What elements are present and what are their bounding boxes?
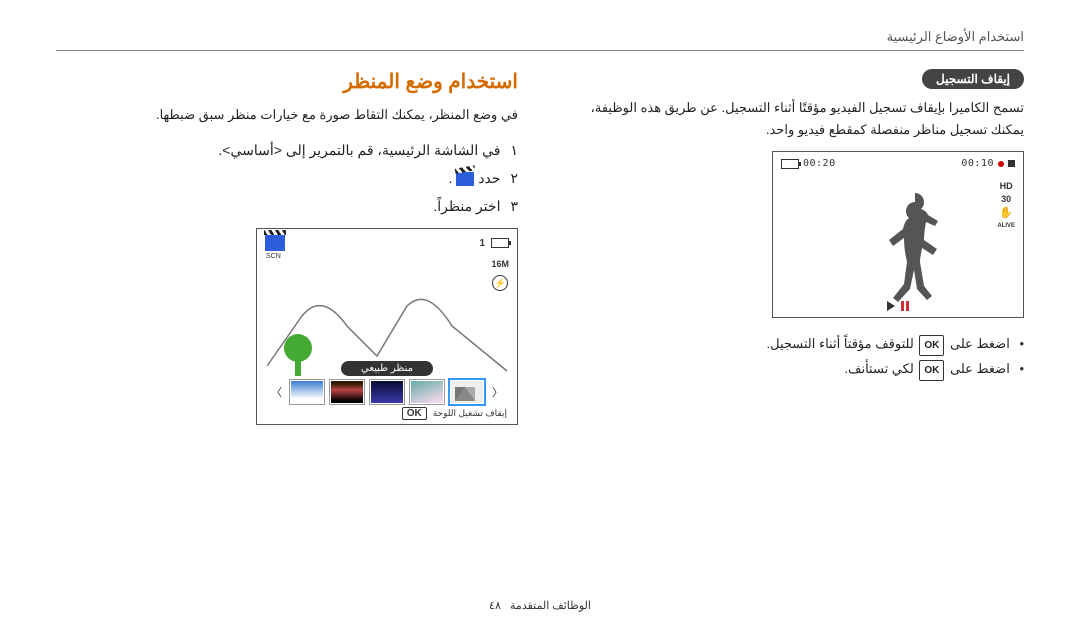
alive-icon: ALIVE [997, 223, 1015, 229]
resolution-icon: 16M [491, 259, 509, 269]
clapperboard-icon [265, 235, 285, 251]
pause-bullets: اضغط على OK للتوقف مؤقتاً أثناء التسجيل.… [562, 332, 1024, 381]
pause-recording-column: إيقاف التسجيل تسمح الكاميرا بإيقاف تسجيل… [562, 69, 1024, 425]
video-side-icons: HD 30 ✋ ALIVE [997, 182, 1015, 229]
breadcrumb: استخدام الأوضاع الرئيسية [887, 29, 1024, 44]
hd-icon: HD [1000, 182, 1013, 191]
play-icon [887, 301, 895, 311]
fps-icon: 30 [1001, 195, 1011, 204]
scene-preview: 1 SCN 16M [256, 228, 518, 425]
video-preview-topbar: 00:20 00:10 [781, 158, 1015, 169]
ok-key-icon: OK [919, 335, 944, 356]
ok-key-icon: OK [919, 360, 944, 381]
scene-thumb-night[interactable] [370, 380, 404, 404]
footer-page: ٤٨ [489, 600, 501, 612]
step-3: ٣ اختر منظراً. [56, 192, 518, 220]
battery-icon [491, 238, 509, 248]
stabilize-icon: ✋ [999, 208, 1013, 219]
footer-section: الوظائف المتقدمة [510, 600, 591, 612]
header: استخدام الأوضاع الرئيسية [56, 28, 1024, 51]
video-bottom-controls [887, 301, 909, 311]
section-pill: إيقاف التسجيل [922, 69, 1024, 89]
scene-title: استخدام وضع المنظر [56, 69, 518, 94]
scene-mode-icon [456, 172, 474, 186]
bullet-pause: اضغط على OK للتوقف مؤقتاً أثناء التسجيل. [562, 332, 1024, 357]
shot-counter: 1 [479, 238, 485, 249]
step-2: ٢ حدد . [56, 164, 518, 192]
scene-thumb-landscape[interactable] [450, 380, 484, 404]
ok-key-icon: OK [402, 407, 427, 420]
scene-menu-hint: إيقاف تشغيل اللوحة OK [400, 407, 507, 420]
pause-icon [901, 301, 909, 311]
arrow-left-icon[interactable]: 〈 [269, 384, 284, 400]
scene-thumb-sunset[interactable] [330, 380, 364, 404]
scene-steps: ١ في الشاشة الرئيسية، قم بالتمرير إلى <أ… [56, 136, 518, 220]
scene-mode-column: استخدام وضع المنظر في وضع المنظر، يمكنك … [56, 69, 518, 425]
time-elapsed: 00:10 [961, 158, 994, 169]
scene-thumbnails: 〈 〉 [269, 380, 505, 404]
scene-intro: في وضع المنظر، يمكنك التقاط صورة مع خيار… [56, 104, 518, 126]
manual-page: استخدام الأوضاع الرئيسية إيقاف التسجيل ت… [0, 0, 1080, 425]
scene-label-pill: منظر طبيعي [341, 361, 433, 376]
tree-icon [283, 328, 313, 376]
stop-icon [1008, 160, 1015, 167]
video-preview: 00:20 00:10 HD 30 ✋ ALIVE [772, 151, 1024, 318]
scn-label: SCN [266, 253, 281, 260]
columns: إيقاف التسجيل تسمح الكاميرا بإيقاف تسجيل… [56, 69, 1024, 425]
scene-preview-top: 1 [265, 235, 509, 251]
pause-paragraph: تسمح الكاميرا بإيقاف تسجيل الفيديو مؤقتً… [562, 97, 1024, 141]
scene-thumb-portrait[interactable] [410, 380, 444, 404]
record-icon [998, 161, 1004, 167]
step-1: ١ في الشاشة الرئيسية، قم بالتمرير إلى <أ… [56, 136, 518, 164]
bullet-resume: اضغط على OK لكي تستأنف. [562, 357, 1024, 382]
scene-thumb-beach[interactable] [290, 380, 324, 404]
silhouette-graphic [873, 187, 953, 317]
page-footer: الوظائف المتقدمة ٤٨ [0, 599, 1080, 612]
time-total: 00:20 [803, 158, 836, 169]
arrow-right-icon[interactable]: 〉 [490, 384, 505, 400]
battery-icon [781, 159, 799, 169]
